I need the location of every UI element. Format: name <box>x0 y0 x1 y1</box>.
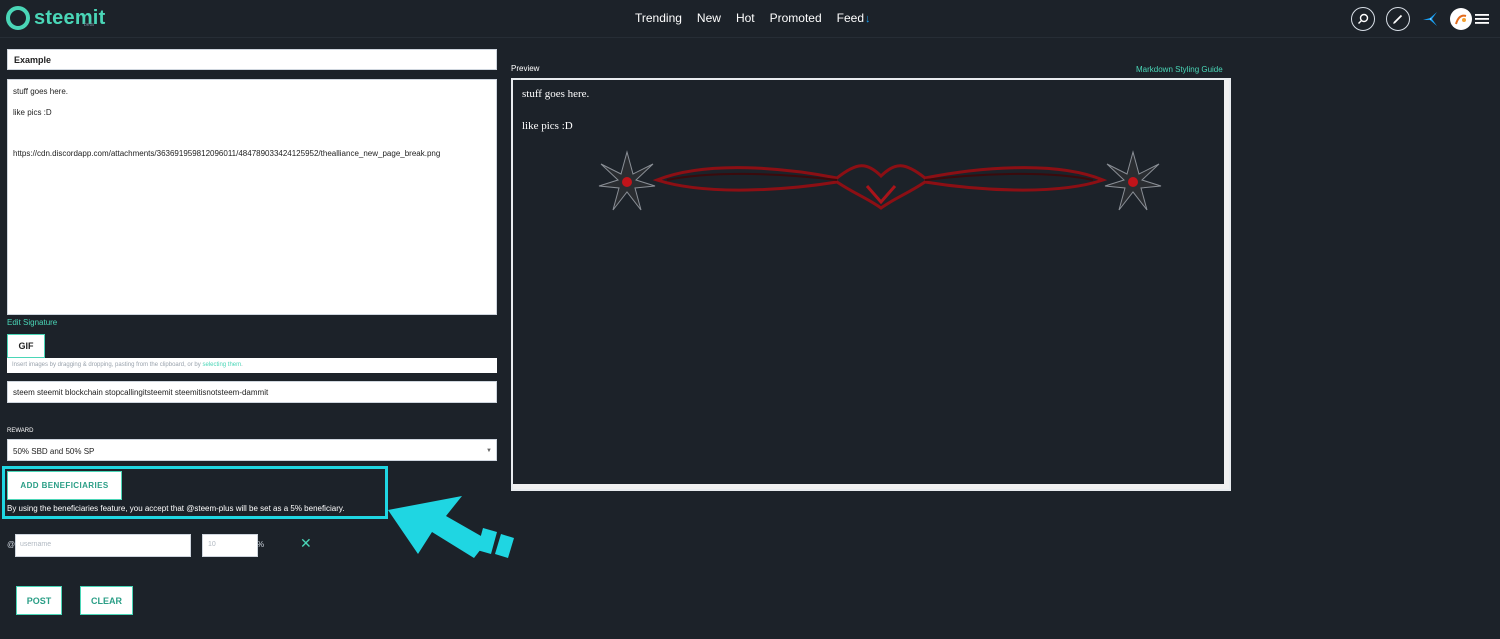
markdown-guide-link[interactable]: Markdown Styling Guide <box>1136 65 1223 74</box>
percent-sign: % <box>257 540 265 549</box>
main-nav: Trending New Hot Promoted Feed↓ <box>635 11 871 25</box>
search-icon <box>1358 13 1369 24</box>
clear-button[interactable]: CLEAR <box>80 586 133 615</box>
insert-hint-text: Insert images by dragging & dropping, pa… <box>12 362 203 368</box>
preview-pane: stuff goes here. like pics :D <box>511 78 1231 491</box>
page-break-divider-image <box>598 150 1162 211</box>
header-actions <box>1351 7 1489 31</box>
title-input[interactable]: Example <box>7 49 497 70</box>
search-button[interactable] <box>1351 7 1375 31</box>
nav-promoted[interactable]: Promoted <box>770 11 822 25</box>
insert-images-hint: Insert images by dragging & dropping, pa… <box>7 358 497 373</box>
reward-select[interactable]: 50% SBD and 50% SP ▼ <box>7 439 497 461</box>
insert-hint-end: . <box>241 362 243 368</box>
at-sign: @ <box>7 540 16 549</box>
gif-button[interactable]: GIF <box>7 334 45 358</box>
preview-line: stuff goes here. <box>522 88 590 100</box>
beta-label: beta <box>84 22 94 28</box>
select-images-link[interactable]: selecting them <box>202 362 241 368</box>
beneficiary-username-input[interactable]: username <box>15 534 191 557</box>
nav-feed[interactable]: Feed↓ <box>837 11 871 25</box>
nav-new[interactable]: New <box>697 11 721 25</box>
post-button[interactable]: POST <box>16 586 62 615</box>
avatar-image-icon <box>1455 14 1467 25</box>
edit-signature-link[interactable]: Edit Signature <box>7 318 57 327</box>
pencil-icon <box>1393 14 1403 24</box>
menu-icon[interactable] <box>1475 13 1489 25</box>
reward-label: REWARD <box>7 428 34 434</box>
preview-vertical-scrollbar[interactable] <box>1224 80 1229 485</box>
nav-trending[interactable]: Trending <box>635 11 682 25</box>
avatar[interactable] <box>1450 8 1472 30</box>
preview-label: Preview <box>511 64 540 73</box>
remove-beneficiary-icon[interactable]: ✕ <box>300 535 312 552</box>
pointing-arrow-icon <box>388 496 514 558</box>
nav-hot[interactable]: Hot <box>736 11 755 25</box>
steemit-logo-icon <box>6 6 30 30</box>
beneficiaries-note: By using the beneficiaries feature, you … <box>7 504 345 513</box>
add-beneficiaries-button[interactable]: ADD BENEFICIARIES <box>7 471 122 500</box>
body-editor[interactable]: stuff goes here. like pics :D https://cd… <box>7 79 497 315</box>
dropdown-caret-icon: ▼ <box>486 448 492 454</box>
top-navigation-bar: steemit beta Trending New Hot Promoted F… <box>0 0 1500 38</box>
preview-content: stuff goes here. like pics :D <box>522 88 589 152</box>
submit-story-button[interactable] <box>1386 7 1410 31</box>
body-line: https://cdn.discordapp.com/attachments/3… <box>13 148 441 158</box>
feed-arrow-icon: ↓ <box>865 13 871 25</box>
reward-value: 50% SBD and 50% SP <box>13 447 95 456</box>
beneficiary-percent-input[interactable]: 10 <box>202 534 258 557</box>
brand-name: steemit <box>34 6 106 29</box>
nav-feed-label: Feed <box>836 11 865 25</box>
bird-icon[interactable] <box>1421 10 1439 28</box>
preview-line: like pics :D <box>522 120 573 132</box>
preview-horizontal-scrollbar[interactable] <box>513 484 1229 489</box>
tags-input[interactable]: steem steemit blockchain stopcallingitst… <box>7 381 497 403</box>
body-line: stuff goes here. <box>13 87 68 96</box>
body-line: like pics :D <box>13 107 52 117</box>
body-line <box>13 129 491 139</box>
